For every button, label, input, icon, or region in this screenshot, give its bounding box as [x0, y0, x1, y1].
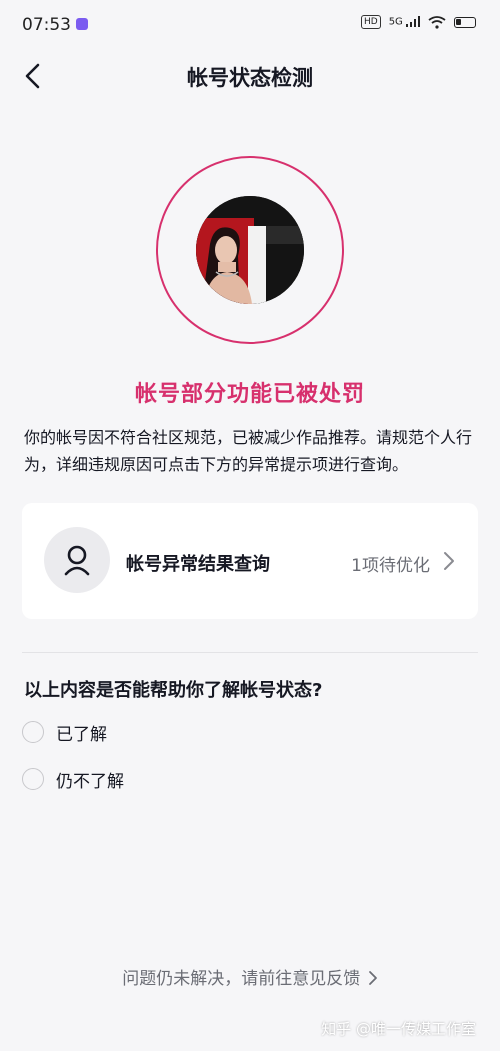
page-title: 帐号状态检测 [187, 66, 313, 90]
feedback-text: 问题仍未解决，请前往意见反馈 [122, 969, 361, 989]
avatar [196, 196, 304, 304]
feedback-link[interactable]: 问题仍未解决，请前往意见反馈 [0, 964, 500, 989]
user-icon [64, 545, 90, 576]
radio-button[interactable] [22, 721, 44, 743]
radio-button[interactable] [22, 768, 44, 790]
penalty-title: 帐号部分功能已被处罚 [134, 382, 365, 407]
result-icon-circle [44, 527, 110, 593]
watermark: 知乎 @唯一传媒工作室 [321, 1020, 476, 1038]
system-icons: HD 5G [360, 15, 476, 29]
app-notification-icon [76, 18, 88, 30]
chevron-right-icon [368, 971, 377, 985]
pending-count: 1项待优化 [351, 556, 430, 576]
survey-question: 以上内容是否能帮助你了解帐号状态? [24, 680, 323, 701]
hd-icon: HD [360, 15, 381, 29]
nav-bar: 帐号状态检测 [0, 52, 500, 100]
signal-icon: 5G [389, 16, 420, 28]
result-card-label: 帐号异常结果查询 [126, 554, 270, 575]
penalty-description: 你的帐号因不符合社区规范，已被减少作品推荐。请规范个人行为，详细违规原因可点击下… [24, 428, 473, 474]
battery-icon [454, 16, 476, 28]
wifi-icon [428, 15, 446, 29]
divider [22, 652, 478, 653]
option-understood[interactable]: 已了解 [22, 717, 107, 747]
option-label: 仍不了解 [56, 771, 124, 792]
chevron-right-icon [444, 552, 454, 570]
option-not-understood[interactable]: 仍不了解 [22, 764, 124, 794]
option-label: 已了解 [56, 724, 107, 745]
network-label: 5G [388, 16, 403, 28]
status-bar: 07:53 HD 5G [0, 0, 500, 52]
account-result-card[interactable]: 帐号异常结果查询 1项待优化 [22, 503, 478, 619]
status-time: 07:53 [22, 15, 71, 35]
